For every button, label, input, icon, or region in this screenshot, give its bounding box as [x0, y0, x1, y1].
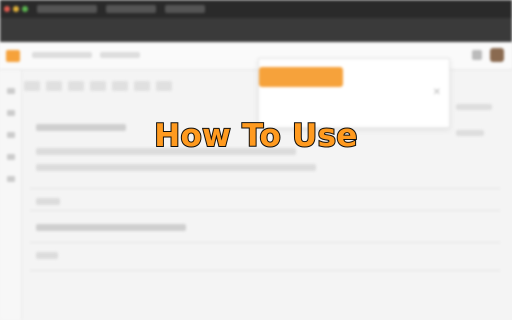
top-navigation-bar — [0, 18, 512, 42]
sidebar-item — [7, 176, 15, 182]
action-button — [156, 81, 172, 91]
user-avatar-icon — [490, 48, 504, 62]
action-button — [112, 81, 128, 91]
toolbar-item — [32, 52, 92, 58]
how-to-use-title: How To Use — [153, 117, 358, 155]
close-icon: ✕ — [432, 87, 441, 98]
action-toolbar — [24, 70, 254, 102]
divider — [30, 242, 500, 243]
divider — [30, 188, 500, 189]
sidebar-item — [7, 88, 15, 94]
app-logo-icon — [6, 50, 20, 62]
green-dot-icon — [22, 6, 28, 12]
content-line — [36, 252, 58, 259]
divider — [30, 270, 500, 271]
content-line — [36, 198, 60, 205]
sidebar-item — [7, 110, 15, 116]
yellow-dot-icon — [13, 6, 19, 12]
divider — [30, 210, 500, 211]
toolbar-item — [100, 52, 140, 58]
left-sidebar — [0, 70, 22, 320]
browser-tab — [37, 5, 97, 13]
action-button — [134, 81, 150, 91]
action-button — [90, 81, 106, 91]
browser-tab — [106, 5, 156, 13]
blurred-app-background: ✕ — [0, 0, 512, 320]
browser-tab — [165, 5, 205, 13]
browser-tab-bar — [0, 0, 512, 18]
sidebar-item — [7, 154, 15, 160]
action-button — [46, 81, 62, 91]
red-dot-icon — [4, 6, 10, 12]
action-button — [68, 81, 84, 91]
action-button — [24, 81, 40, 91]
panel-primary-button — [259, 67, 343, 87]
settings-icon — [472, 50, 482, 60]
content-line — [36, 224, 186, 231]
content-line — [36, 164, 316, 171]
